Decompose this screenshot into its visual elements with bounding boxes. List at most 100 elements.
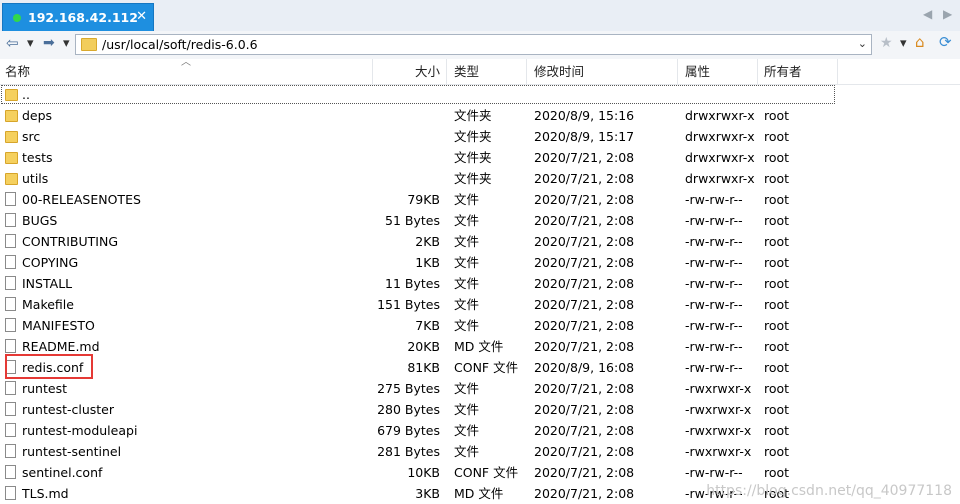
file-name: COPYING <box>22 255 79 270</box>
bookmark-dropdown-icon[interactable]: ▾ <box>900 36 907 51</box>
file-row[interactable]: INSTALL 11 Bytes 文件 2020/7/21, 2:08 -rw-rw-r… <box>0 273 960 294</box>
close-tab-icon[interactable]: ✕ <box>136 9 147 24</box>
file-row[interactable]: runtest-moduleapi 679 Bytes 文件 2020/7/21, 2… <box>0 420 960 441</box>
file-row[interactable]: runtest-sentinel 281 Bytes 文件 2020/7/21, 2:… <box>0 441 960 462</box>
file-size: 7KB <box>415 318 440 333</box>
file-attributes: drwxrwxr-x <box>685 150 755 165</box>
file-size: 10KB <box>407 465 440 480</box>
file-row[interactable]: README.md 20KB MD 文件 2020/7/21, 2:08 -rw-rw-… <box>0 336 960 357</box>
tab-connection[interactable]: 192.168.42.112 ✕ <box>2 3 154 31</box>
file-row[interactable]: runtest 275 Bytes 文件 2020/7/21, 2:08 -rwxrwx… <box>0 378 960 399</box>
file-owner: root <box>764 150 790 165</box>
address-path[interactable]: /usr/local/soft/redis-6.0.6 <box>102 37 258 52</box>
file-row[interactable]: CONTRIBUTING 2KB 文件 2020/7/21, 2:08 -rw-rw-r… <box>0 231 960 252</box>
file-type: 文件 <box>454 297 480 312</box>
address-toolbar: ⇦ ▾ ➡ ▾ /usr/local/soft/redis-6.0.6 ⌄ ★ … <box>0 31 960 60</box>
file-row[interactable]: Makefile 151 Bytes 文件 2020/7/21, 2:08 -rw-rw… <box>0 294 960 315</box>
bookmark-icon[interactable]: ★ <box>880 35 893 51</box>
file-owner: root <box>764 234 790 249</box>
file-type: 文件 <box>454 255 480 270</box>
file-size: 1KB <box>415 255 440 270</box>
folder-icon <box>5 110 18 122</box>
file-attributes: -rw-rw-r-- <box>685 255 743 270</box>
file-modified: 2020/7/21, 2:08 <box>534 339 635 354</box>
file-owner: root <box>764 381 790 396</box>
forward-dropdown-icon[interactable]: ▾ <box>63 36 70 51</box>
file-type: 文件 <box>454 381 480 396</box>
file-type: MD 文件 <box>454 339 504 354</box>
file-modified: 2020/8/9, 15:17 <box>534 129 635 144</box>
file-owner: root <box>764 360 790 375</box>
file-row[interactable]: runtest-cluster 280 Bytes 文件 2020/7/21, 2:0… <box>0 399 960 420</box>
home-icon[interactable]: ⌂ <box>915 33 925 51</box>
file-type: 文件 <box>454 234 480 249</box>
column-modified[interactable]: 修改时间 <box>527 59 678 84</box>
file-size: 280 Bytes <box>377 402 440 417</box>
file-size <box>373 105 440 126</box>
file-size: 275 Bytes <box>377 381 440 396</box>
back-dropdown-icon[interactable]: ▾ <box>27 36 34 51</box>
file-row[interactable]: 00-RELEASENOTES 79KB 文件 2020/7/21, 2:08 -rw-… <box>0 189 960 210</box>
file-row[interactable]: COPYING 1KB 文件 2020/7/21, 2:08 -rw-rw-r-- roo… <box>0 252 960 273</box>
file-icon <box>5 360 16 374</box>
file-size: 151 Bytes <box>377 297 440 312</box>
watermark: https://blog.csdn.net/qq_40977118 <box>706 483 952 499</box>
column-type[interactable]: 类型 <box>447 59 527 84</box>
file-owner: root <box>764 255 790 270</box>
folder-icon <box>5 173 18 185</box>
column-size[interactable]: 大小 <box>373 59 447 84</box>
file-size: 20KB <box>407 339 440 354</box>
folder-icon <box>5 131 18 143</box>
file-type: 文件 <box>454 444 480 459</box>
file-icon <box>5 339 16 353</box>
file-modified: 2020/7/21, 2:08 <box>534 444 635 459</box>
file-owner: root <box>764 402 790 417</box>
file-owner: root <box>764 213 790 228</box>
file-name: CONTRIBUTING <box>22 234 119 249</box>
parent-directory-row[interactable]: .. <box>0 84 836 105</box>
file-row[interactable]: sentinel.conf 10KB CONF 文件 2020/7/21, 2:08 -… <box>0 462 960 483</box>
column-attributes[interactable]: 属性 <box>678 59 758 84</box>
file-icon <box>5 192 16 206</box>
address-bar[interactable]: /usr/local/soft/redis-6.0.6 ⌄ <box>75 34 872 55</box>
file-row[interactable]: MANIFESTO 7KB 文件 2020/7/21, 2:08 -rw-rw-r-- r… <box>0 315 960 336</box>
file-modified: 2020/7/21, 2:08 <box>534 213 635 228</box>
file-icon <box>5 297 16 311</box>
file-type: 文件夹 <box>454 108 492 123</box>
file-row[interactable]: src 文件夹 2020/8/9, 15:17 drwxrwxr-x root <box>0 126 960 147</box>
file-row[interactable]: utils 文件夹 2020/7/21, 2:08 drwxrwxr-x root <box>0 168 960 189</box>
file-type: 文件 <box>454 213 480 228</box>
connected-status-icon <box>13 14 21 22</box>
file-icon <box>5 276 16 290</box>
file-owner: root <box>764 465 790 480</box>
file-attributes: -rw-rw-r-- <box>685 360 743 375</box>
back-icon[interactable]: ⇦ <box>6 34 19 52</box>
file-name: deps <box>22 108 53 123</box>
file-size: 51 Bytes <box>385 213 440 228</box>
file-row[interactable]: tests 文件夹 2020/7/21, 2:08 drwxrwxr-x root <box>0 147 960 168</box>
file-type: 文件 <box>454 276 480 291</box>
file-owner: root <box>764 192 790 207</box>
file-name: redis.conf <box>22 360 84 375</box>
file-icon <box>5 318 16 332</box>
scroll-tabs-right-icon[interactable]: ▶ <box>943 7 952 21</box>
column-owner[interactable]: 所有者 <box>758 59 838 84</box>
file-row[interactable]: BUGS 51 Bytes 文件 2020/7/21, 2:08 -rw-rw-r-- r… <box>0 210 960 231</box>
file-row[interactable]: redis.conf 81KB CONF 文件 2020/8/9, 16:08 -rw-… <box>0 357 960 378</box>
file-size: 81KB <box>407 360 440 375</box>
file-row[interactable]: deps 文件夹 2020/8/9, 15:16 drwxrwxr-x root <box>0 105 960 126</box>
file-owner: root <box>764 423 790 438</box>
file-owner: root <box>764 129 790 144</box>
folder-icon <box>5 89 18 101</box>
file-name: Makefile <box>22 297 74 312</box>
file-attributes: drwxrwxr-x <box>685 171 755 186</box>
tab-title: 192.168.42.112 <box>28 10 138 25</box>
address-dropdown-icon[interactable]: ⌄ <box>858 37 867 50</box>
file-attributes: -rw-rw-r-- <box>685 465 743 480</box>
file-name: .. <box>22 87 30 102</box>
refresh-icon[interactable]: ⟳ <box>939 33 952 51</box>
file-attributes: -rwxrwxr-x <box>685 381 752 396</box>
scroll-tabs-left-icon[interactable]: ◀ <box>923 7 932 21</box>
forward-icon[interactable]: ➡ <box>43 35 55 51</box>
column-header: 名称 ︿ 大小 类型 修改时间 属性 所有者 <box>0 57 960 85</box>
